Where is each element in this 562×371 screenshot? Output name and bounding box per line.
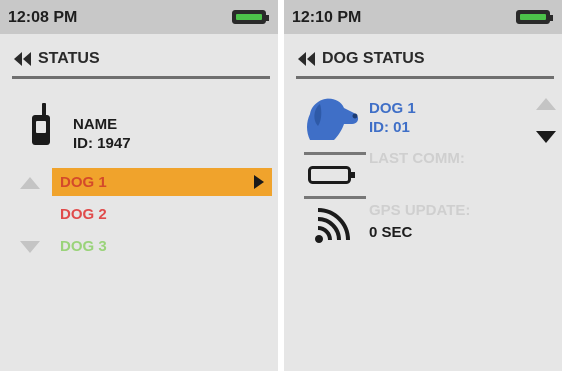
clock: 12:08 PM [8,9,78,26]
scroll-up-icon[interactable] [536,97,556,115]
battery-icon [232,10,269,24]
separator [304,196,366,199]
clock: 12:10 PM [292,9,362,26]
dog-list-item-1[interactable]: DOG 1 [52,168,272,196]
double-back-icon [298,52,316,66]
back-button[interactable]: STATUS [14,48,100,70]
status-bar: 12:08 PM [0,0,278,34]
dog-list-item-2[interactable]: DOG 2 [52,200,272,228]
dog-label: DOG 2 [60,205,107,223]
status-screen: 12:08 PM STATUS NAME ID: 1947 DOG 1 DOG … [0,0,278,371]
owner-name: NAME [73,116,118,133]
gps-signal-icon [314,208,350,249]
collar-battery-icon [308,164,356,191]
handheld-device-icon [30,103,52,152]
dog-id: ID: 01 [369,119,410,136]
separator [304,152,366,155]
owner-id: ID: 1947 [73,135,131,152]
back-button[interactable]: DOG STATUS [298,48,425,70]
page-title: STATUS [38,50,100,67]
last-comm-label: LAST COMM: [369,150,465,167]
dog-list-item-3[interactable]: DOG 3 [52,232,272,260]
chevron-right-icon [254,175,264,193]
scroll-down-icon[interactable] [536,130,556,148]
scroll-down-icon[interactable] [20,240,40,258]
double-back-icon [14,52,32,66]
dog-head-icon [304,96,360,149]
page-title: DOG STATUS [322,50,425,67]
status-bar: 12:10 PM [284,0,562,34]
battery-icon [516,10,553,24]
dog-status-screen: 12:10 PM DOG STATUS DOG 1 ID: 01 LAST CO… [284,0,562,371]
gps-update-label: GPS UPDATE: [369,202,471,219]
header-divider [12,76,270,79]
dog-label: DOG 3 [60,237,107,255]
dog-label: DOG 1 [60,173,107,191]
header-divider [296,76,554,79]
scroll-up-icon[interactable] [20,176,40,194]
gps-update-value: 0 SEC [369,224,413,241]
dog-name: DOG 1 [369,100,416,117]
